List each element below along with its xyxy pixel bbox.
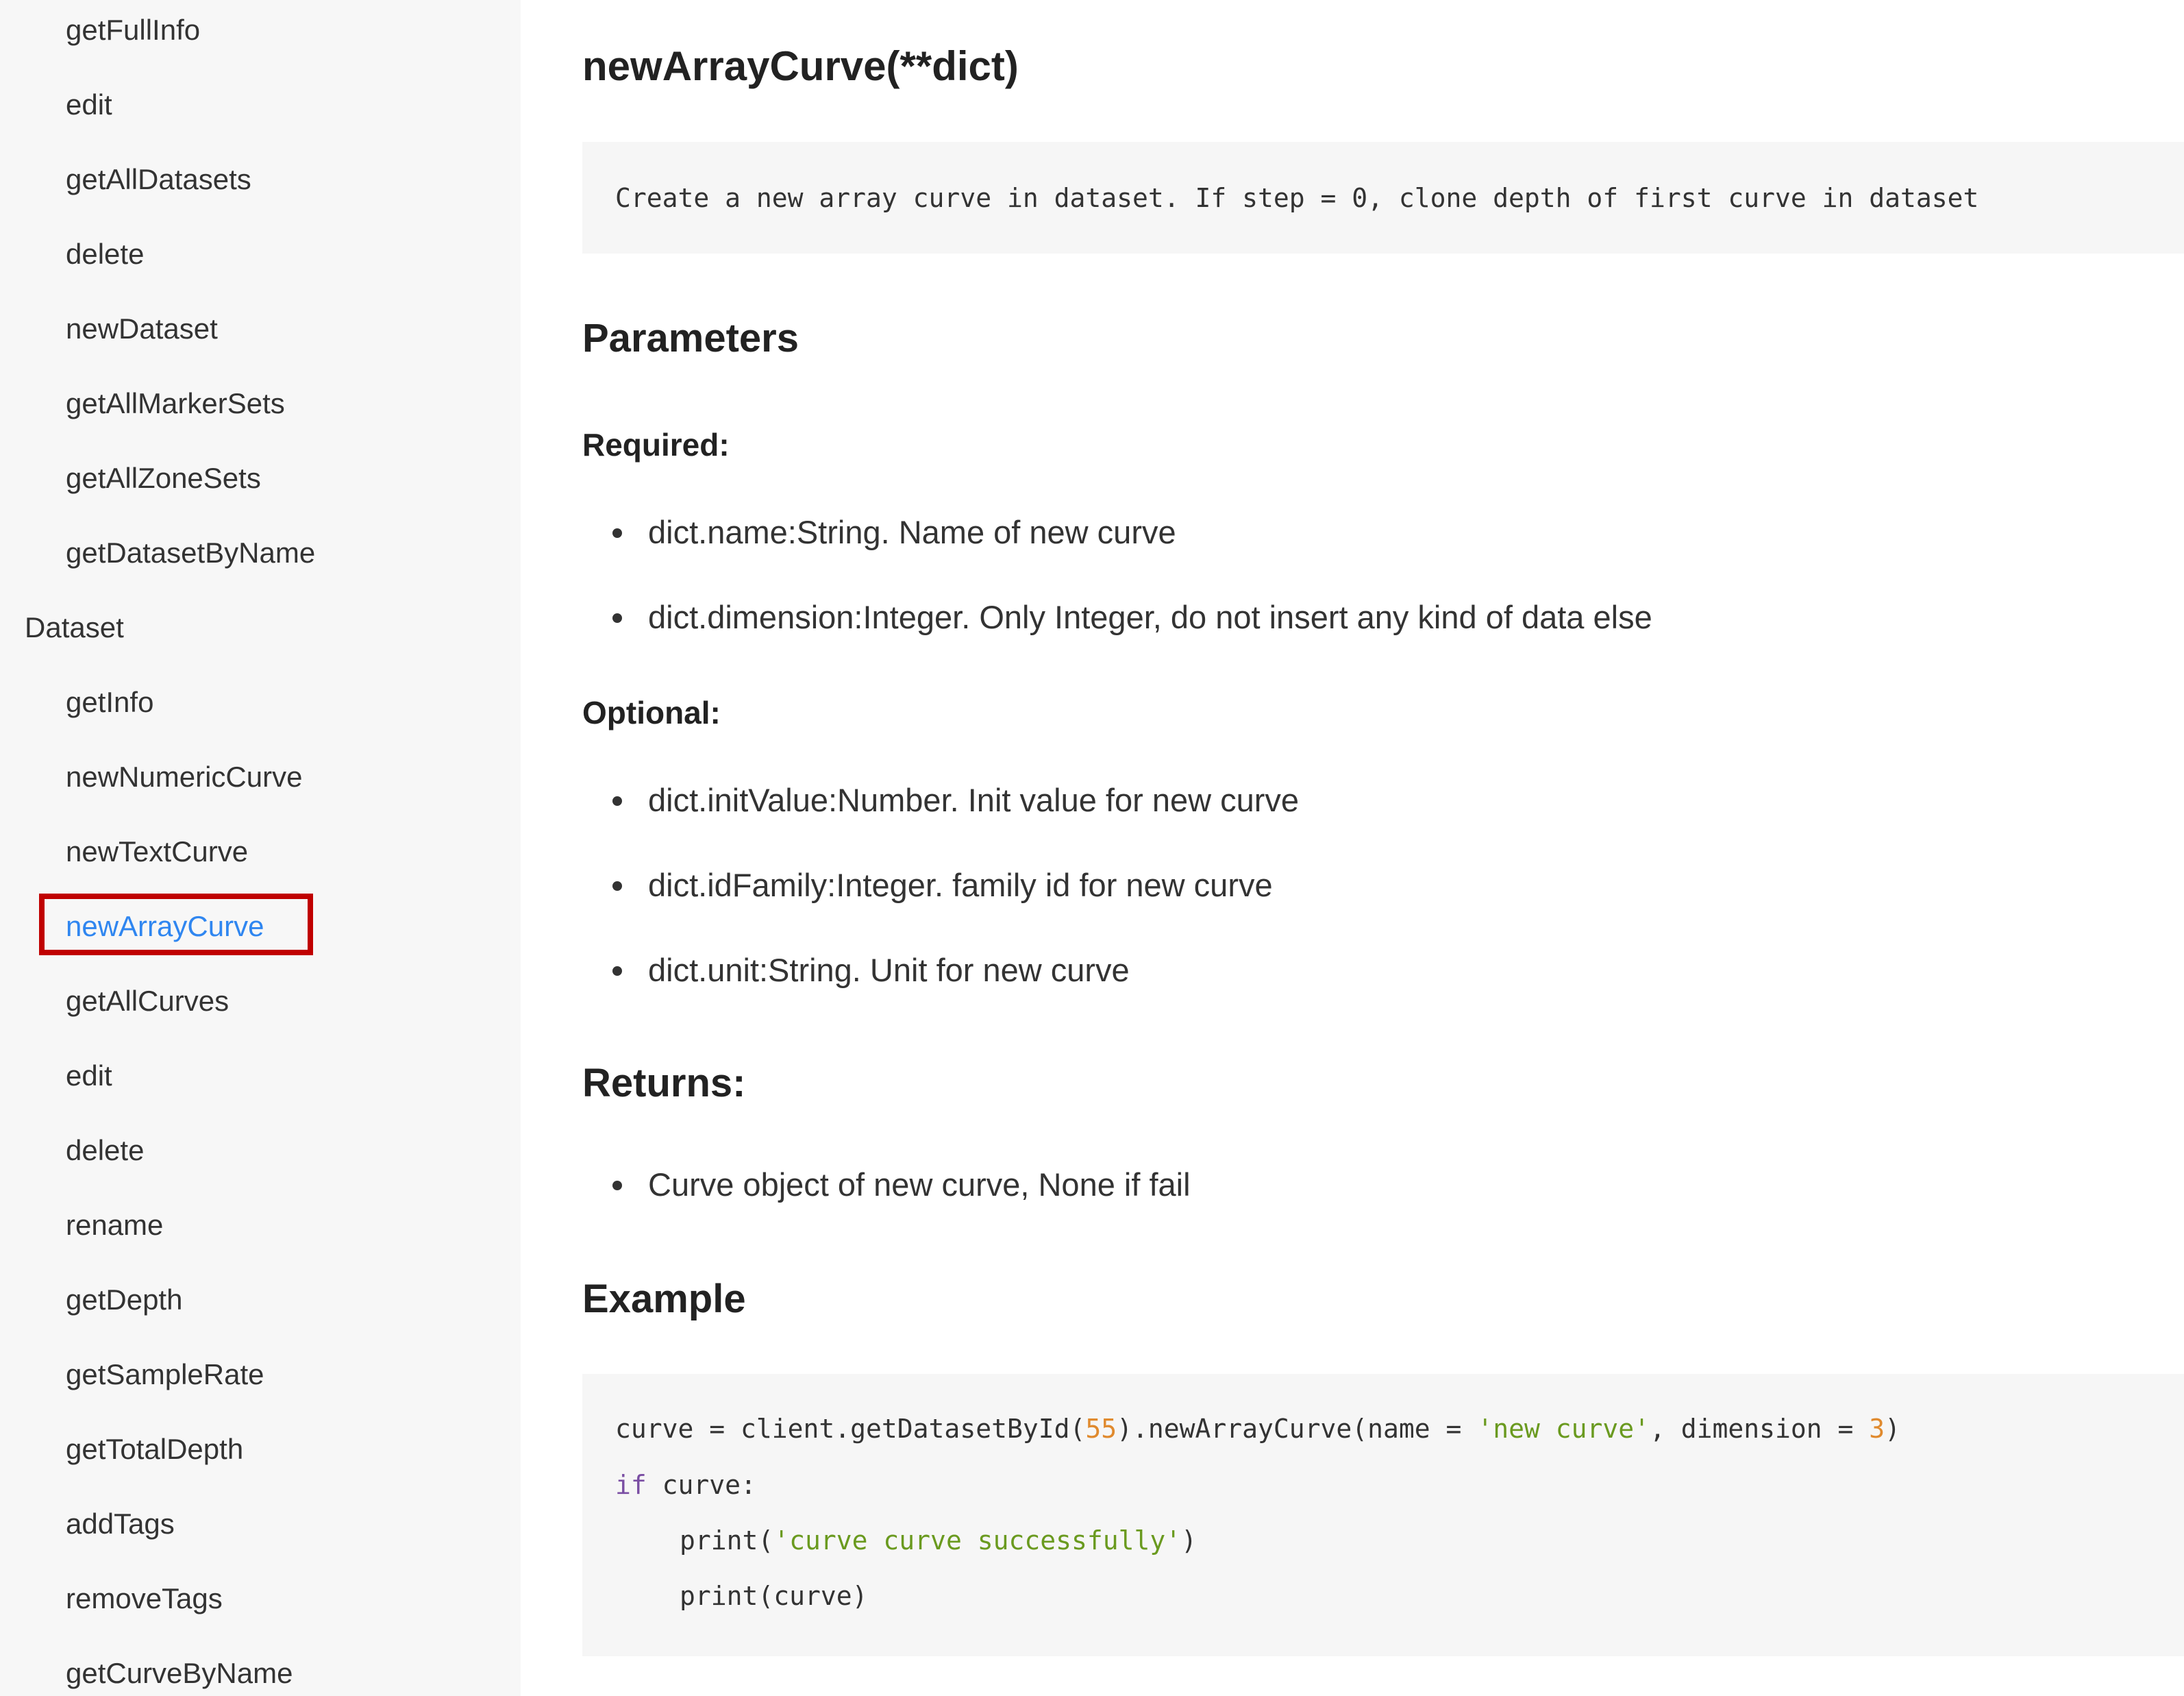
bullet-icon [612,966,622,976]
bullet-icon [612,613,622,623]
example-heading: Example [582,1277,746,1321]
code-token: curve: [646,1470,756,1500]
sidebar-item-edit[interactable]: edit [66,84,112,125]
code-token: curve = client.getDatasetById( [615,1414,1086,1444]
sidebar-item-newtextcurve[interactable]: newTextCurve [66,831,248,872]
code-token: , dimension = [1649,1414,1870,1444]
optional-param-text: dict.initValue:Number. Init value for ne… [648,782,1300,818]
code-line-1: curve = client.getDatasetById(55).newArr… [615,1412,1900,1445]
sidebar-item-getfullinfo[interactable]: getFullInfo [66,10,200,51]
code-line-4: print(curve) [680,1580,868,1612]
sidebar-item-newarraycurve[interactable]: newArrayCurve [66,906,264,947]
code-example-block: curve = client.getDatasetById(55).newArr… [582,1374,2184,1656]
bullet-icon [612,796,622,806]
sidebar-item-getsamplerate[interactable]: getSampleRate [66,1354,264,1395]
list-item: dict.initValue:Number. Init value for ne… [612,780,1300,821]
optional-heading: Optional: [582,695,721,730]
sidebar-item-getdepth[interactable]: getDepth [66,1279,182,1320]
required-param-text: dict.dimension:Integer. Only Integer, do… [648,599,1652,635]
sidebar-item-addtags[interactable]: addTags [66,1503,175,1545]
list-item: dict.name:String. Name of new curve [612,512,1176,553]
list-item: dict.unit:String. Unit for new curve [612,950,1130,991]
required-heading: Required: [582,427,730,463]
sidebar-item-newdataset[interactable]: newDataset [66,308,218,349]
sidebar-item-getallcurves[interactable]: getAllCurves [66,981,229,1022]
sidebar-item-getallzonesets[interactable]: getAllZoneSets [66,458,261,499]
code-line-2: if curve: [615,1468,756,1501]
parameters-heading: Parameters [582,316,799,360]
bullet-icon [612,881,622,891]
sidebar-nav: getFullInfo edit getAllDatasets delete n… [0,0,521,1696]
code-keyword: if [615,1470,647,1500]
sidebar-item-getalldatasets[interactable]: getAllDatasets [66,159,251,200]
returns-heading: Returns: [582,1061,746,1105]
code-line-3: print('curve curve successfully') [680,1524,1197,1557]
code-token: print( [680,1525,774,1556]
list-item: dict.dimension:Integer. Only Integer, do… [612,597,1652,638]
sidebar-item-getcurvebyname[interactable]: getCurveByName [66,1653,293,1694]
doc-content: newArrayCurve(**dict) Create a new array… [582,0,2184,1696]
sidebar-item-edit-dataset[interactable]: edit [66,1055,112,1096]
sidebar-item-getdatasetbyname[interactable]: getDatasetByName [66,532,315,574]
sidebar-item-gettotaldepth[interactable]: getTotalDepth [66,1429,243,1470]
sidebar-item-delete[interactable]: delete [66,234,144,275]
sidebar-section-dataset[interactable]: Dataset [25,607,124,648]
code-token: ) [1181,1525,1197,1556]
bullet-icon [612,1181,622,1190]
code-token: ).newArrayCurve(name = [1117,1414,1478,1444]
code-string: 'new curve' [1477,1414,1650,1444]
sidebar-item-rename[interactable]: rename [66,1205,163,1246]
required-param-text: dict.name:String. Name of new curve [648,514,1176,550]
page-title: newArrayCurve(**dict) [582,43,1019,89]
sidebar-item-newnumericcurve[interactable]: newNumericCurve [66,757,302,798]
sidebar-item-removetags[interactable]: removeTags [66,1578,223,1619]
list-item: dict.idFamily:Integer. family id for new… [612,865,1273,906]
optional-param-text: dict.idFamily:Integer. family id for new… [648,867,1273,903]
bullet-icon [612,528,622,538]
description-text: Create a new array curve in dataset. If … [615,183,1979,213]
description-block: Create a new array curve in dataset. If … [582,142,2184,254]
code-number: 55 [1085,1414,1117,1444]
code-token: ) [1885,1414,1901,1444]
optional-param-text: dict.unit:String. Unit for new curve [648,952,1130,988]
returns-text: Curve object of new curve, None if fail [648,1166,1191,1203]
code-token: print(curve) [680,1581,868,1611]
sidebar-item-getallmarkersets[interactable]: getAllMarkerSets [66,383,285,424]
sidebar-item-delete-dataset[interactable]: delete [66,1130,144,1171]
code-string: 'curve curve successfully' [773,1525,1182,1556]
sidebar-item-getinfo[interactable]: getInfo [66,682,153,723]
code-number: 3 [1869,1414,1885,1444]
list-item: Curve object of new curve, None if fail [612,1164,1191,1205]
